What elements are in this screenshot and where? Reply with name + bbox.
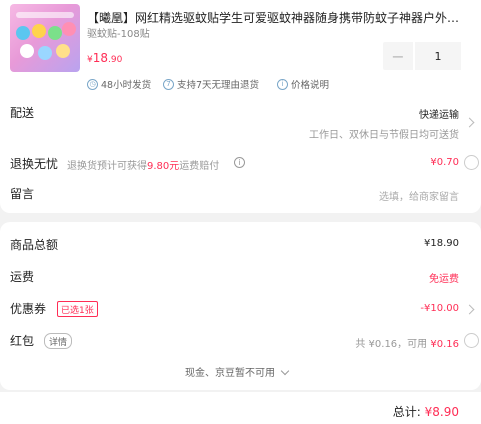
return-insurance-amount: 9.80元: [147, 161, 180, 172]
info-icon: i: [277, 78, 288, 90]
shipping-fee-value: 免运费: [429, 274, 459, 285]
goods-total-label: 商品总额: [10, 238, 59, 252]
quantity-value[interactable]: 1: [415, 42, 461, 70]
message-input[interactable]: 选填，给商家留言: [379, 188, 459, 203]
order-card: 【曦凰】网红精选驱蚊贴学生可爱驱蚊神器随身携带防蚊子神器户外… 驱蚊贴-108贴…: [0, 0, 481, 213]
unavailable-note[interactable]: 现金、京豆暂不可用: [185, 364, 290, 379]
thumbnail-sticker: [62, 22, 76, 36]
shipping-detail: 工作日、双休日与节假日均可送货: [309, 130, 459, 141]
total-label: 总计:: [392, 405, 421, 419]
return-insurance-price: ¥0.70: [430, 157, 459, 168]
service-label: 支持7天无理由退货: [177, 80, 260, 91]
thumbnail-sticker: [56, 44, 70, 58]
order-total: 总计: ¥8.90: [393, 403, 459, 420]
clock-icon: ◷: [87, 78, 98, 90]
thumbnail-sticker: [32, 24, 46, 38]
thumbnail-sticker: [38, 46, 52, 60]
shipping-label: 配送: [10, 106, 35, 120]
price-decimal: .90: [108, 55, 123, 65]
price-integer: 18: [92, 51, 109, 65]
return-insurance-label: 退换无忧: [10, 157, 59, 171]
quantity-stepper[interactable]: − 1: [383, 42, 461, 70]
coupon-label: 优惠券: [10, 302, 47, 316]
return-icon: 7: [163, 78, 174, 90]
shipping-fee-label: 运费: [10, 270, 35, 284]
chevron-down-icon: [280, 366, 290, 376]
product-sku: 驱蚊贴-108贴: [87, 29, 150, 40]
thumbnail-sticker: [48, 26, 62, 40]
redpacket-radio[interactable]: [464, 333, 479, 348]
product-thumbnail[interactable]: [10, 4, 80, 72]
return-insurance-desc: 退换货预计可获得9.80元运费赔付: [67, 157, 219, 172]
thumbnail-sticker: [16, 26, 30, 40]
coupon-value[interactable]: -¥10.00: [420, 303, 459, 314]
service-label: 48小时发货: [101, 80, 152, 91]
shipping-method[interactable]: 快递运输: [419, 106, 459, 121]
goods-total-value: ¥18.90: [424, 238, 459, 249]
redpacket-info: 共 ¥0.16，可用 ¥0.16: [355, 335, 459, 350]
return-insurance-desc-suffix: 运费赔付: [179, 161, 220, 172]
chevron-right-icon[interactable]: [464, 117, 475, 128]
total-value: ¥8.90: [424, 405, 459, 419]
service-price-explanation[interactable]: i 价格说明: [277, 77, 329, 91]
info-icon[interactable]: i: [234, 157, 245, 168]
service-7day-return: 7 支持7天无理由退货: [163, 77, 259, 91]
message-label: 留言: [10, 187, 35, 201]
thumbnail-sticker: [20, 44, 34, 58]
service-label: 价格说明: [291, 80, 330, 91]
return-insurance-radio[interactable]: [464, 155, 479, 170]
decrement-button[interactable]: −: [383, 42, 413, 70]
redpacket-total: 共 ¥0.16，可用: [355, 339, 428, 350]
chevron-right-icon[interactable]: [464, 304, 475, 315]
product-title[interactable]: 【曦凰】网红精选驱蚊贴学生可爱驱蚊神器随身携带防蚊子神器户外…: [87, 9, 477, 26]
return-insurance-desc-prefix: 退换货预计可获得: [67, 161, 147, 172]
coupon-selected-badge[interactable]: 已选1张: [57, 301, 98, 317]
unavailable-note-text: 现金、京豆暂不可用: [185, 368, 275, 379]
redpacket-available: ¥0.16: [430, 339, 459, 350]
total-bar: 总计: ¥8.90: [0, 392, 481, 424]
thumbnail-banner: [16, 12, 74, 18]
service-shipping-48h: ◷ 48小时发货: [87, 77, 151, 91]
redpacket-details-button[interactable]: 详情: [44, 333, 73, 349]
product-price: ¥18.90: [87, 51, 122, 65]
redpacket-label: 红包: [10, 334, 35, 348]
